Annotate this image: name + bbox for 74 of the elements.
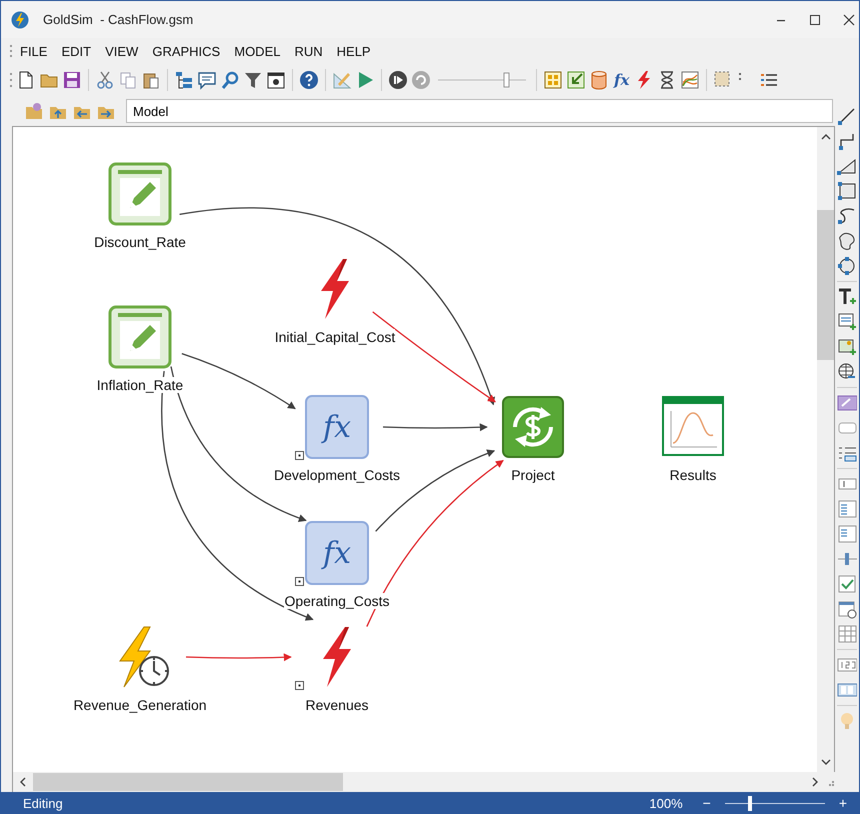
element-label: Revenues [305,697,369,713]
scroll-up-icon [820,133,830,141]
zoom-out-button[interactable]: − [702,795,711,811]
element-label: Project [511,467,555,483]
cylinder-icon[interactable] [589,70,609,90]
data-element-icon[interactable] [108,162,172,226]
status-text: Editing [23,796,64,810]
scrollbar-thumb[interactable] [33,773,343,791]
close-icon[interactable] [843,14,855,26]
window-title: GoldSim - CashFlow.gsm [43,12,194,27]
form-icon[interactable] [837,499,857,519]
filter-icon[interactable] [243,70,263,90]
text-tool-icon[interactable] [837,287,857,307]
menu-item[interactable]: HELP [330,44,378,58]
text-box-tool-icon[interactable] [837,312,857,332]
settings-window-icon[interactable] [266,70,286,90]
curve-tool-icon[interactable] [837,206,857,226]
expand-box-icon[interactable] [295,577,304,586]
path-field[interactable]: Model [126,99,833,123]
vertical-scrollbar[interactable] [817,127,834,772]
scrollbar-thumb[interactable] [817,210,834,360]
circle-tool-icon[interactable] [837,256,857,276]
element-label: Inflation_Rate [96,377,184,393]
blob-tool-icon[interactable] [837,231,857,251]
expand-box-icon[interactable] [295,451,304,460]
element-label: Operating_Costs [284,593,390,609]
form-list-icon[interactable] [837,524,857,544]
grip-icon [9,70,13,90]
grip-icon [9,43,13,59]
element-label: Revenue_Generation [73,697,207,713]
menu-item[interactable]: FILE [13,44,54,58]
chart-icon[interactable] [680,70,700,90]
triangle-tool-icon[interactable] [837,156,857,176]
dashboard-icon[interactable] [837,393,857,413]
result-chart-icon[interactable] [661,395,725,459]
scroll-left-icon [19,777,27,787]
image-tool-icon[interactable] [837,337,857,357]
checkbox-icon[interactable] [837,574,857,594]
function-element-icon[interactable]: fx [305,395,369,459]
data-element-icon[interactable] [108,305,172,369]
scissors-icon[interactable] [95,70,115,90]
calendar-clock-icon[interactable] [837,599,857,619]
menu-item[interactable]: VIEW [98,44,146,58]
function-element-icon[interactable]: fx [305,521,369,585]
menu-item[interactable]: EDIT [54,44,98,58]
expand-box-icon[interactable] [295,681,304,690]
maximize-icon[interactable] [809,14,821,26]
app-logo-icon [11,10,29,28]
scroll-right-icon [811,777,819,787]
tree-icon[interactable] [174,70,194,90]
search-icon[interactable] [220,70,240,90]
line-tool-icon[interactable] [837,106,857,126]
import-icon[interactable] [566,70,586,90]
scroll-down-icon [820,758,830,766]
element-label: Initial_Capital_Cost [274,329,396,345]
element-label: Results [670,467,716,483]
comment-icon[interactable] [197,70,217,90]
function-icon[interactable]: fx [612,71,632,89]
help-icon[interactable] [299,70,319,90]
rectangle-tool-icon[interactable] [837,181,857,201]
home-folder-icon[interactable] [24,101,44,121]
menu-item[interactable]: MODEL [227,44,288,58]
zoom-in-button[interactable]: + [838,795,847,811]
step-icon[interactable] [388,70,408,90]
save-icon[interactable] [62,70,82,90]
container-icon[interactable] [501,395,565,459]
element-label: Discount_Rate [94,234,186,250]
zoom-level: 100% [649,796,683,810]
menu-item[interactable]: RUN [287,44,330,58]
slider-thumb[interactable] [748,796,752,810]
menu-item[interactable]: GRAPHICS [145,44,228,58]
element-label: Development_Costs [274,467,400,483]
table-icon[interactable] [837,624,857,644]
grid-icon[interactable] [543,70,563,90]
